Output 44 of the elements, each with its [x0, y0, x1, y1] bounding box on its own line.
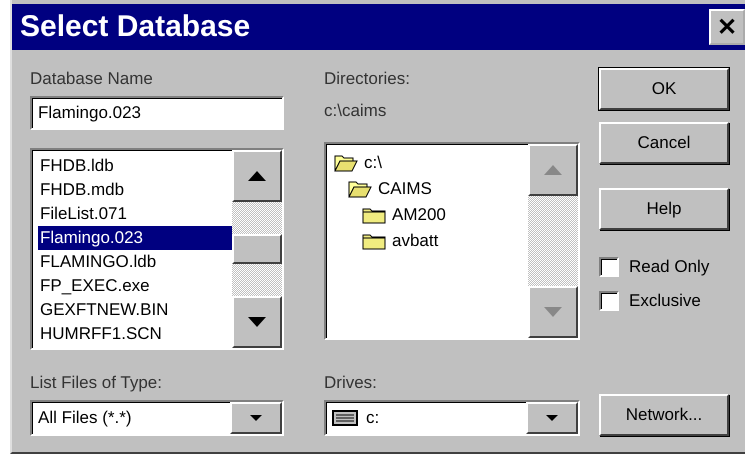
field-label: Database Name [30, 68, 154, 90]
checkbox-label: Read Only [629, 257, 710, 277]
database-name-field[interactable]: Flamingo.023 [30, 96, 284, 130]
file-item[interactable]: FLAMINGO.ldb [38, 250, 232, 274]
file-item[interactable]: FHDB.mdb [38, 178, 232, 202]
field-label: List Files of Type: [30, 372, 163, 394]
down-arrow-icon [546, 415, 558, 421]
down-arrow-icon [544, 307, 562, 317]
file-item[interactable]: GEXFTNEW.BIN [38, 298, 232, 322]
directory-item[interactable]: c:\ [334, 150, 528, 176]
down-arrow-icon [250, 415, 262, 421]
window-title: Select Database [20, 10, 250, 44]
file-item[interactable]: FHDB.ldb [38, 154, 232, 178]
file-type-dropdown[interactable]: All Files (*.*) [30, 400, 284, 436]
checkbox-label: Exclusive [629, 291, 701, 311]
file-item[interactable]: FP_EXEC.exe [38, 274, 232, 298]
directory-item[interactable]: AM200 [362, 202, 528, 228]
scrollbar[interactable] [232, 150, 282, 348]
up-arrow-icon [544, 165, 562, 175]
directory-item[interactable]: CAIMS [348, 176, 528, 202]
file-item[interactable]: FileList.071 [38, 202, 232, 226]
scrollbar[interactable] [528, 144, 578, 338]
up-arrow-icon [248, 171, 266, 181]
folder-icon [362, 206, 386, 224]
current-path: c:\caims [324, 100, 388, 122]
file-item[interactable]: HUMRFF1.SCN [38, 322, 232, 346]
open-folder-icon [334, 154, 358, 172]
checkbox[interactable] [599, 291, 619, 311]
drives-dropdown[interactable]: c: [324, 400, 580, 436]
close-button[interactable]: ✕ [709, 9, 745, 45]
folder-icon [362, 232, 386, 250]
field-label: Directories: [324, 68, 411, 90]
open-folder-icon [348, 180, 372, 198]
field-label: Drives: [324, 372, 378, 394]
file-item[interactable]: Flamingo.023 [38, 226, 232, 250]
directory-item[interactable]: avbatt [362, 228, 528, 254]
scroll-thumb[interactable] [232, 234, 282, 264]
checkbox[interactable] [599, 257, 619, 277]
network-button[interactable]: Network... [599, 394, 729, 436]
ok-button[interactable]: OK [599, 68, 729, 110]
drive-icon [332, 410, 358, 426]
down-arrow-icon [248, 317, 266, 327]
help-button[interactable]: Help [599, 188, 729, 230]
cancel-button[interactable]: Cancel [599, 122, 729, 164]
